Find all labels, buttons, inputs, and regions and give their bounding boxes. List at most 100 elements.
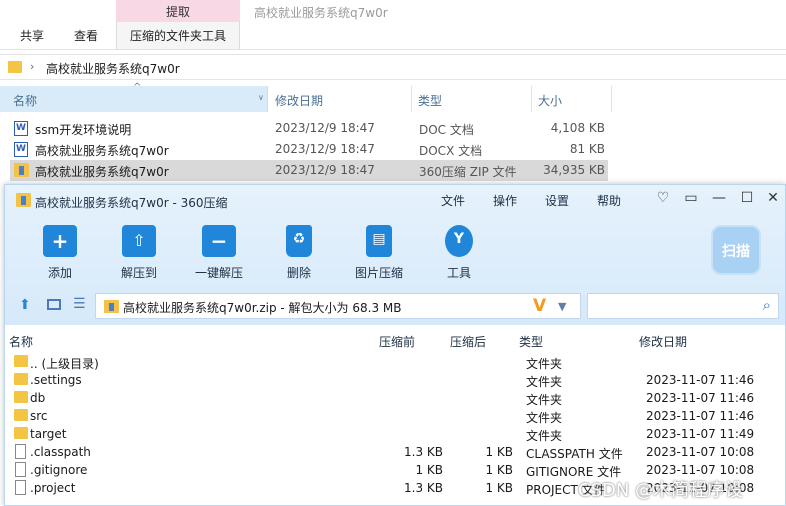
add-label: 添加 bbox=[47, 266, 72, 280]
menu-help[interactable]: 帮助 bbox=[597, 192, 621, 209]
tab-share[interactable]: 共享 bbox=[20, 27, 44, 44]
column-header-name[interactable]: 名称 bbox=[0, 86, 268, 112]
column-header-type[interactable]: 类型 bbox=[412, 86, 532, 112]
entry-size-after: 1 KB bbox=[485, 481, 513, 495]
entry-date: 2023-11-07 11:46 bbox=[646, 409, 755, 423]
folder-icon bbox=[14, 391, 28, 403]
minimize-icon[interactable]: — bbox=[710, 190, 728, 206]
zip-app-icon bbox=[16, 193, 31, 207]
entry-name: target bbox=[30, 427, 67, 441]
chevron-down-icon[interactable]: ∨ bbox=[258, 93, 264, 102]
zip-col-name[interactable]: 名称 bbox=[9, 333, 33, 350]
file-date: 2023/12/9 18:47 bbox=[275, 142, 375, 156]
feedback-icon[interactable]: ▭ bbox=[682, 190, 700, 206]
ribbon-divider bbox=[0, 49, 786, 50]
search-input[interactable]: ⌕ bbox=[587, 293, 779, 319]
explorer-window-title: 高校就业服务系统q7w0r bbox=[254, 6, 388, 20]
maximize-icon[interactable]: ☐ bbox=[738, 190, 756, 206]
menu-operations[interactable]: 操作 bbox=[493, 192, 517, 209]
watermark: CSDN @木简程序设 bbox=[578, 480, 744, 501]
entry-type: 文件夹 bbox=[526, 375, 563, 389]
address-bar[interactable]: › 高校就业服务系统q7w0r bbox=[0, 54, 786, 80]
entry-size-after: 1 KB bbox=[485, 463, 513, 477]
image-compress-icon bbox=[366, 225, 392, 257]
view-icon[interactable] bbox=[47, 299, 61, 310]
entry-size-before: 1.3 KB bbox=[404, 445, 443, 459]
menu-file[interactable]: 文件 bbox=[441, 192, 465, 209]
entry-type: 文件夹 bbox=[526, 357, 563, 371]
chevron-down-icon[interactable]: ▼ bbox=[558, 300, 566, 313]
zip-window-title: 高校就业服务系统q7w0r - 360压缩 bbox=[35, 196, 228, 210]
image-compress-button[interactable]: 图片压缩 bbox=[349, 225, 409, 281]
entry-type: 文件夹 bbox=[526, 411, 563, 425]
entry-name: .gitignore bbox=[30, 463, 88, 477]
entry-type: 文件夹 bbox=[526, 393, 563, 407]
extract-icon bbox=[122, 225, 156, 257]
file-date: 2023/12/9 18:47 bbox=[275, 121, 375, 135]
zip-window: 高校就业服务系统q7w0r - 360压缩 文件 操作 设置 帮助 ♡ ▭ — … bbox=[4, 184, 786, 506]
zip-row[interactable]: .settings 文件夹 2023-11-07 11:46 bbox=[11, 371, 781, 389]
close-icon[interactable]: ✕ bbox=[764, 190, 782, 206]
entry-name: .settings bbox=[30, 373, 82, 387]
add-icon bbox=[43, 225, 77, 257]
file-type: 360压缩 ZIP 文件 bbox=[419, 165, 517, 179]
add-button[interactable]: 添加 bbox=[30, 225, 90, 281]
shirt-skin-icon[interactable]: ♡ bbox=[654, 190, 672, 206]
one-click-extract-icon bbox=[202, 225, 236, 257]
entry-type: CLASSPATH 文件 bbox=[526, 447, 623, 461]
breadcrumb[interactable]: 高校就业服务系统q7w0r bbox=[46, 60, 180, 77]
entry-size-after: 1 KB bbox=[485, 445, 513, 459]
scan-button[interactable]: 扫描 bbox=[711, 225, 761, 275]
entry-name: .classpath bbox=[30, 445, 91, 459]
extract-to-button[interactable]: 解压到 bbox=[109, 225, 169, 281]
tools-label: 工具 bbox=[446, 266, 471, 280]
zip-row[interactable]: db 文件夹 2023-11-07 11:46 bbox=[11, 389, 781, 407]
tab-view[interactable]: 查看 bbox=[74, 27, 98, 44]
word-doc-icon: W bbox=[14, 142, 28, 157]
entry-name: db bbox=[30, 391, 46, 405]
up-arrow-icon[interactable]: ⬆ bbox=[19, 297, 31, 313]
chevron-right-icon[interactable]: › bbox=[30, 60, 34, 73]
file-row[interactable]: W ssm开发环境说明 2023/12/9 18:47 DOC 文档 4,108… bbox=[10, 118, 608, 139]
zip-row-parent[interactable]: .. (上级目录) 文件夹 bbox=[11, 353, 781, 371]
delete-label: 删除 bbox=[286, 266, 311, 280]
entry-type: 文件夹 bbox=[526, 429, 563, 443]
file-type: DOC 文档 bbox=[419, 123, 474, 137]
file-size: 34,935 KB bbox=[543, 163, 605, 177]
zip-col-date[interactable]: 修改日期 bbox=[639, 333, 687, 350]
zip-row[interactable]: .classpath 1.3 KB 1 KB CLASSPATH 文件 2023… bbox=[11, 443, 781, 461]
entry-size-before: 1 KB bbox=[415, 463, 443, 477]
file-name: ssm开发环境说明 bbox=[35, 123, 132, 137]
menu-settings[interactable]: 设置 bbox=[545, 192, 569, 209]
entry-name: src bbox=[30, 409, 48, 423]
column-header-size[interactable]: 大小 bbox=[532, 86, 612, 112]
file-name: 高校就业服务系统q7w0r bbox=[35, 144, 169, 158]
folder-icon bbox=[14, 409, 28, 421]
file-row[interactable]: W 高校就业服务系统q7w0r 2023/12/9 18:47 DOCX 文档 … bbox=[10, 139, 608, 160]
zip-col-after[interactable]: 压缩后 bbox=[450, 333, 486, 350]
tools-button[interactable]: 工具 bbox=[429, 225, 489, 281]
zip-row[interactable]: src 文件夹 2023-11-07 11:46 bbox=[11, 407, 781, 425]
context-tab-extract[interactable]: 提取 bbox=[116, 3, 240, 20]
list-view-icon[interactable]: ☰ bbox=[73, 296, 86, 312]
one-click-extract-button[interactable]: 一键解压 bbox=[189, 225, 249, 281]
column-header-date[interactable]: 修改日期 bbox=[268, 86, 412, 112]
file-date: 2023/12/9 18:47 bbox=[275, 163, 375, 177]
zip-col-type[interactable]: 类型 bbox=[519, 333, 543, 350]
delete-button[interactable]: 删除 bbox=[269, 225, 329, 281]
file-row-selected[interactable]: 高校就业服务系统q7w0r 2023/12/9 18:47 360压缩 ZIP … bbox=[10, 160, 608, 181]
entry-size-before: 1.3 KB bbox=[404, 481, 443, 495]
entry-name: .. (上级目录) bbox=[30, 357, 99, 371]
zip-col-before[interactable]: 压缩前 bbox=[379, 333, 415, 350]
tab-compressed-folder-tools[interactable]: 压缩的文件夹工具 bbox=[116, 22, 240, 50]
search-icon[interactable]: ⌕ bbox=[763, 296, 771, 314]
folder-icon bbox=[8, 61, 22, 73]
entry-date: 2023-11-07 11:49 bbox=[646, 427, 755, 441]
file-name: 高校就业服务系统q7w0r bbox=[35, 165, 169, 179]
v-logo-icon[interactable]: V bbox=[533, 296, 546, 316]
file-icon bbox=[15, 444, 26, 459]
zip-row[interactable]: target 文件夹 2023-11-07 11:49 bbox=[11, 425, 781, 443]
word-doc-icon: W bbox=[14, 121, 28, 136]
zip-path-field[interactable]: 高校就业服务系统q7w0r.zip - 解包大小为 68.3 MB V ▼ bbox=[95, 293, 581, 319]
file-icon bbox=[15, 480, 26, 495]
